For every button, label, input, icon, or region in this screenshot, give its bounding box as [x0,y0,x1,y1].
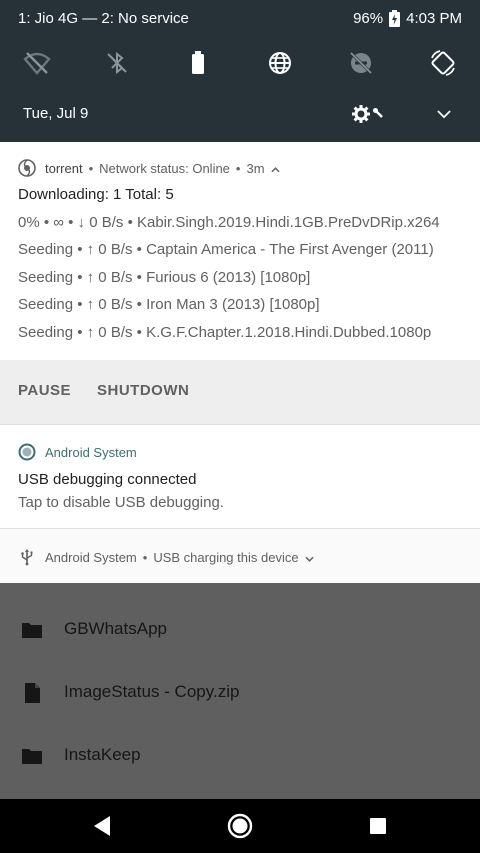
notification-actions: PAUSE SHUTDOWN [0,360,480,424]
android-system-icon [18,443,36,461]
app-name: Android System [45,549,137,565]
notification-age: 3m [246,160,265,176]
quick-settings-shade: 1: Jio 4G — 2: No service 96% 4:03 PM Tu… [0,0,480,142]
torrent-line: 0% • ∞ • ↓ 0 B/s • Kabir.Singh.2019.Hind… [18,214,440,231]
notification-text: Tap to disable USB debugging. [18,494,224,511]
notification-header: Android System [18,443,137,461]
notification-header: Android System • USB charging this devic… [18,548,314,566]
torrent-notification[interactable]: torrent • Network status: Online • 3m Do… [0,142,480,360]
quick-settings-tiles [0,44,480,82]
date-row: Tue, Jul 9 [0,96,480,132]
torrent-line: Seeding • ↑ 0 B/s • Iron Man 3 (2013) [1… [18,296,320,313]
network-status: Network status: Online [99,160,230,176]
folder-icon [20,618,44,642]
battery-charging-icon [389,10,401,27]
file-list: GBWhatsApp ImageStatus - Copy.zip InstaK… [0,583,480,799]
torrent-line: Seeding • ↑ 0 B/s • K.G.F.Chapter.1.2018… [18,324,432,341]
notification-title: USB debugging connected [18,471,197,488]
pause-button[interactable]: PAUSE [18,382,71,399]
home-icon[interactable] [224,810,256,842]
usb-charging-notification[interactable]: Android System • USB charging this devic… [0,528,480,583]
date-text[interactable]: Tue, Jul 9 [23,105,88,122]
file-name: InstaKeep [64,745,141,764]
wifi-off-icon[interactable] [17,44,57,82]
navigation-bar [0,799,480,853]
auto-rotate-icon[interactable] [423,44,463,82]
notification-text: USB charging this device [153,549,299,565]
folder-icon [20,744,44,768]
bluetooth-off-icon[interactable] [97,44,137,82]
app-name: torrent [45,160,83,176]
globe-icon[interactable] [260,44,300,82]
chevron-up-icon[interactable] [270,161,280,176]
chevron-down-icon[interactable] [430,100,458,128]
file-icon [20,681,44,705]
back-icon[interactable] [86,810,118,842]
battery-percent: 96% [353,10,384,27]
list-item[interactable]: InstaKeep [0,728,480,784]
notification-header: torrent • Network status: Online • 3m [18,159,280,177]
notification-title: Downloading: 1 Total: 5 [18,186,174,203]
gear-icon [352,105,370,123]
settings-button[interactable] [350,100,392,128]
battery-saver-icon[interactable] [178,44,218,82]
recents-icon[interactable] [362,810,394,842]
chevron-down-icon[interactable] [304,550,314,565]
file-name: GBWhatsApp [64,619,167,638]
usb-debugging-notification[interactable]: Android System USB debugging connected T… [0,424,480,528]
file-name: ImageStatus - Copy.zip [64,682,240,701]
torrent-line: Seeding • ↑ 0 B/s • Furious 6 (2013) [10… [18,269,311,286]
status-bar: 1: Jio 4G — 2: No service 96% 4:03 PM [0,0,480,36]
usb-icon [18,548,36,566]
carrier-text: 1: Jio 4G — 2: No service [18,10,189,27]
clock: 4:03 PM [406,10,462,27]
list-item[interactable]: GBWhatsApp [0,602,480,658]
do-not-disturb-off-icon[interactable] [341,44,381,82]
app-name: Android System [45,444,137,460]
shutdown-button[interactable]: SHUTDOWN [97,382,189,399]
torrent-app-icon [18,159,36,177]
status-right: 96% 4:03 PM [353,10,462,27]
torrent-line: Seeding • ↑ 0 B/s • Captain America - Th… [18,241,434,258]
list-item[interactable]: ImageStatus - Copy.zip [0,665,480,721]
